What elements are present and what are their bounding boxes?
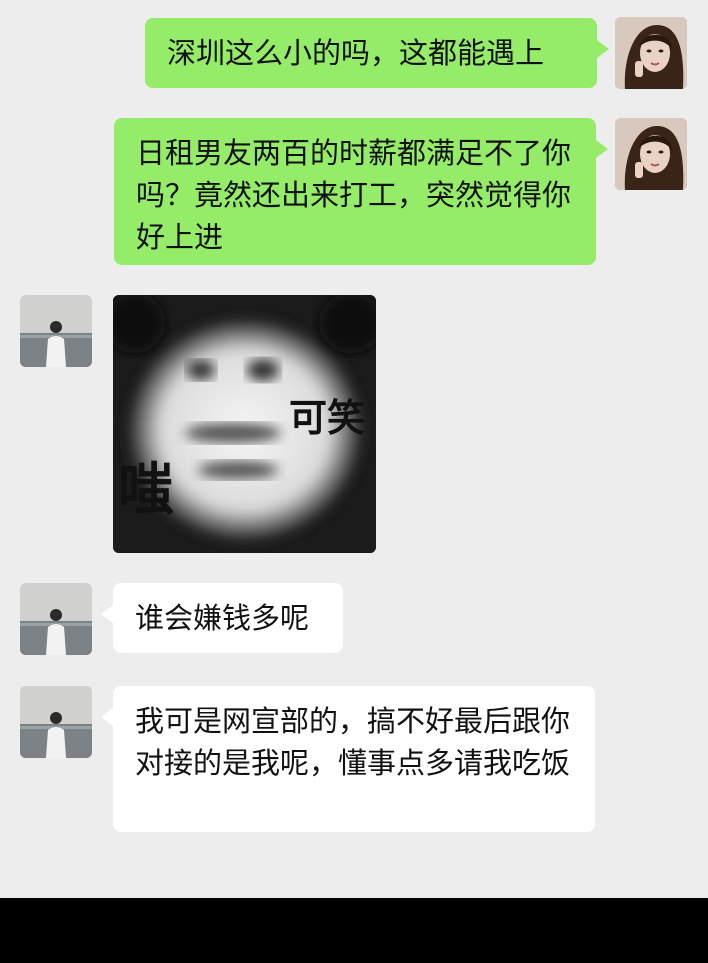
user-avatar[interactable] [20,295,92,367]
outgoing-message-bubble[interactable]: 深圳这么小的吗，这都能遇上 [145,18,609,88]
sticker-caption-top: 可笑 [289,396,366,440]
outgoing-message-bubble[interactable]: 日租男友两百的时薪都满足不了你吗？竟然还出来打工，突然觉得你好上进 [114,118,608,265]
person-seaside-icon [20,686,92,758]
contact-avatar[interactable] [615,118,687,190]
user-avatar[interactable] [20,583,92,655]
person-seaside-icon [20,295,92,367]
female-portrait-icon [615,17,687,89]
user-avatar[interactable] [20,686,92,758]
incoming-message-bubble[interactable]: 谁会嫌钱多呢 [101,583,343,653]
person-seaside-icon [20,583,92,655]
message-text: 谁会嫌钱多呢 [135,601,310,635]
female-portrait-icon [615,118,687,190]
bottom-black-bar [0,898,708,963]
meme-sticker[interactable]: 可笑 嗤 [113,295,376,553]
message-text: 深圳这么小的吗，这都能遇上 [167,36,545,70]
incoming-message-bubble[interactable]: 我可是网宣部的，搞不好最后跟你对接的是我呢，懂事点多请我吃饭 [101,686,595,832]
message-text: 日租男友两百的时薪都满足不了你吗？竟然还出来打工，突然觉得你好上进 [136,136,572,254]
sticker-caption-left: 嗤 [118,458,174,523]
chat-area[interactable]: 深圳这么小的吗，这都能遇上 日租男友两百的时薪都满足不了你吗？竟然还出来打工，突… [0,0,708,898]
message-text: 我可是网宣部的，搞不好最后跟你对接的是我呢，懂事点多请我吃饭 [135,704,571,780]
contact-avatar[interactable] [615,17,687,89]
